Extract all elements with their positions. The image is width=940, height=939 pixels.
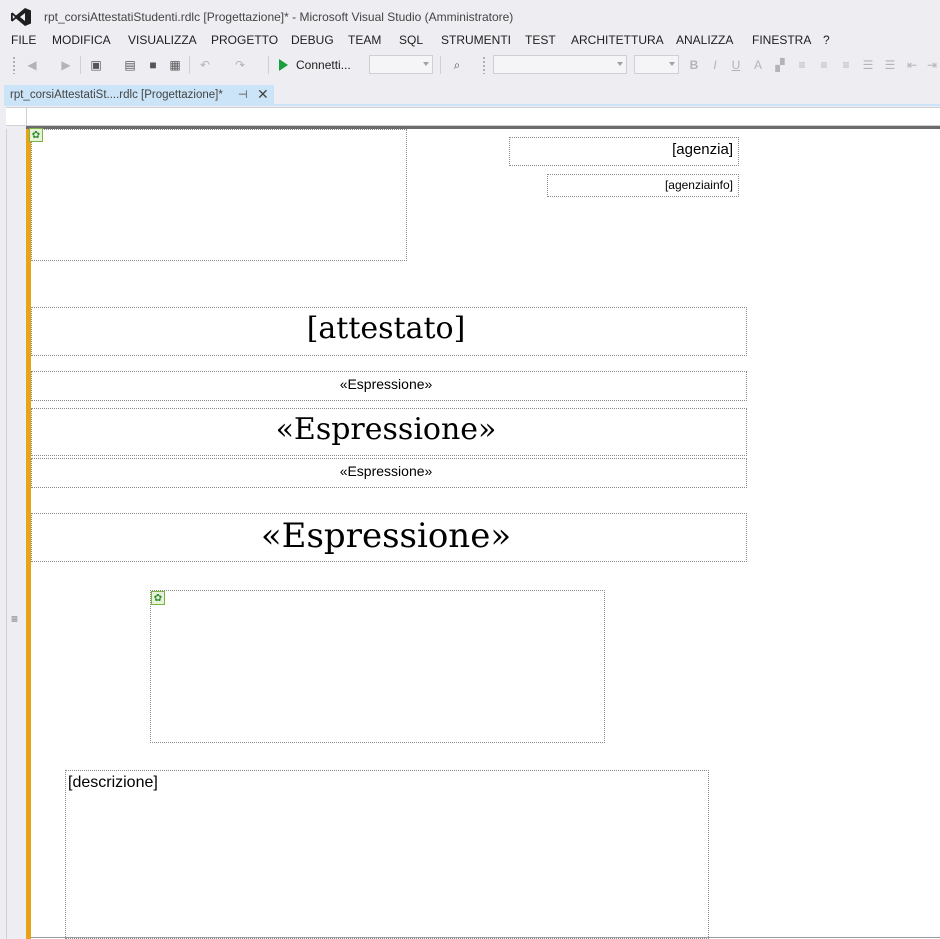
bold-button[interactable]: B [686, 57, 702, 73]
expression-field-3: «Espressione» [339, 463, 433, 479]
find-icon[interactable]: ⌕ [449, 57, 465, 73]
vertical-ruler [6, 129, 26, 939]
undo-icon[interactable]: ↶ [197, 57, 213, 73]
forward-icon[interactable]: ▶ [58, 57, 74, 73]
configuration-dropdown[interactable] [369, 55, 433, 74]
align-right-icon[interactable]: ≡ [838, 57, 854, 73]
numbered-list-icon[interactable]: ☰ [860, 57, 876, 73]
save-all-icon[interactable]: ▦ [167, 57, 183, 73]
font-size-dropdown[interactable] [634, 55, 679, 74]
pin-icon[interactable]: ⊣ [238, 88, 248, 101]
save-icon[interactable]: ■ [145, 57, 161, 73]
align-left-icon[interactable]: ≡ [794, 57, 810, 73]
menu-sql[interactable]: SQL [399, 33, 423, 47]
agenziainfo-field: [agenziainfo] [664, 178, 733, 192]
expression-field-4: «Espressione» [260, 516, 512, 556]
tab-underline [4, 104, 940, 106]
signature-image-box[interactable] [150, 590, 605, 743]
bullet-list-icon[interactable]: ☰ [882, 57, 898, 73]
align-center-icon[interactable]: ≡ [816, 57, 832, 73]
image-placeholder-icon: ✿ [151, 591, 165, 605]
toolbar-grip[interactable] [12, 56, 16, 74]
menu-test[interactable]: TEST [525, 33, 556, 47]
indent-increase-icon[interactable]: ⇥ [924, 57, 940, 73]
vs-logo-icon [11, 8, 31, 26]
start-button-label[interactable]: Connetti... [296, 58, 351, 72]
close-icon[interactable]: ✕ [257, 86, 269, 103]
menu-analizza[interactable]: ANALIZZA [676, 33, 733, 47]
attestato-field: [attestato] [306, 311, 466, 346]
tab-label[interactable]: rpt_corsiAttestatiSt....rdlc [Progettazi… [10, 89, 223, 101]
menu-strumenti[interactable]: STRUMENTI [441, 33, 511, 47]
canvas-bottom-edge [31, 937, 940, 938]
open-file-icon[interactable]: ▤ [122, 57, 138, 73]
agenzia-field: [agenzia] [672, 141, 733, 158]
menu-debug[interactable]: DEBUG [291, 33, 334, 47]
new-project-icon[interactable]: ▣ [88, 57, 104, 73]
menu-progetto[interactable]: PROGETTO [211, 33, 278, 47]
italic-button[interactable]: I [707, 57, 723, 73]
expression-field-2: «Espressione» [275, 412, 497, 447]
toolbar-grip[interactable] [482, 56, 486, 74]
background-color-icon[interactable]: ▞ [772, 57, 788, 73]
font-family-dropdown[interactable] [493, 55, 627, 74]
back-icon[interactable]: ◀ [24, 57, 40, 73]
horizontal-ruler [6, 107, 940, 126]
logo-image-box[interactable] [31, 129, 407, 261]
descrizione-field: [descrizione] [68, 774, 158, 791]
toolbar-separator [189, 56, 190, 74]
window-title: rpt_corsiAttestatiStudenti.rdlc [Progett… [44, 10, 514, 24]
menu-visualizza[interactable]: VISUALIZZA [128, 33, 197, 47]
toolbar-separator [80, 56, 81, 74]
redo-icon[interactable]: ↷ [232, 57, 248, 73]
menu-team[interactable]: TEAM [348, 33, 381, 47]
menu-finestra[interactable]: FINESTRA [752, 33, 811, 47]
body-resize-handle-icon[interactable]: ≡ [11, 612, 18, 626]
image-placeholder-icon: ✿ [29, 128, 43, 142]
expression-field-1: «Espressione» [339, 376, 433, 392]
ruler-divider [26, 107, 27, 126]
menu-help[interactable]: ? [823, 33, 830, 47]
menu-file[interactable]: FILE [11, 33, 36, 47]
start-icon[interactable] [278, 59, 288, 71]
indent-decrease-icon[interactable]: ⇤ [904, 57, 920, 73]
menu-architettura[interactable]: ARCHITETTURA [571, 33, 664, 47]
toolbar-separator [268, 56, 269, 74]
menu-modifica[interactable]: MODIFICA [52, 33, 111, 47]
descrizione-textbox[interactable] [65, 770, 709, 939]
font-color-icon[interactable]: A [750, 57, 766, 73]
toolbar-separator [440, 56, 441, 74]
underline-button[interactable]: U [728, 57, 744, 73]
